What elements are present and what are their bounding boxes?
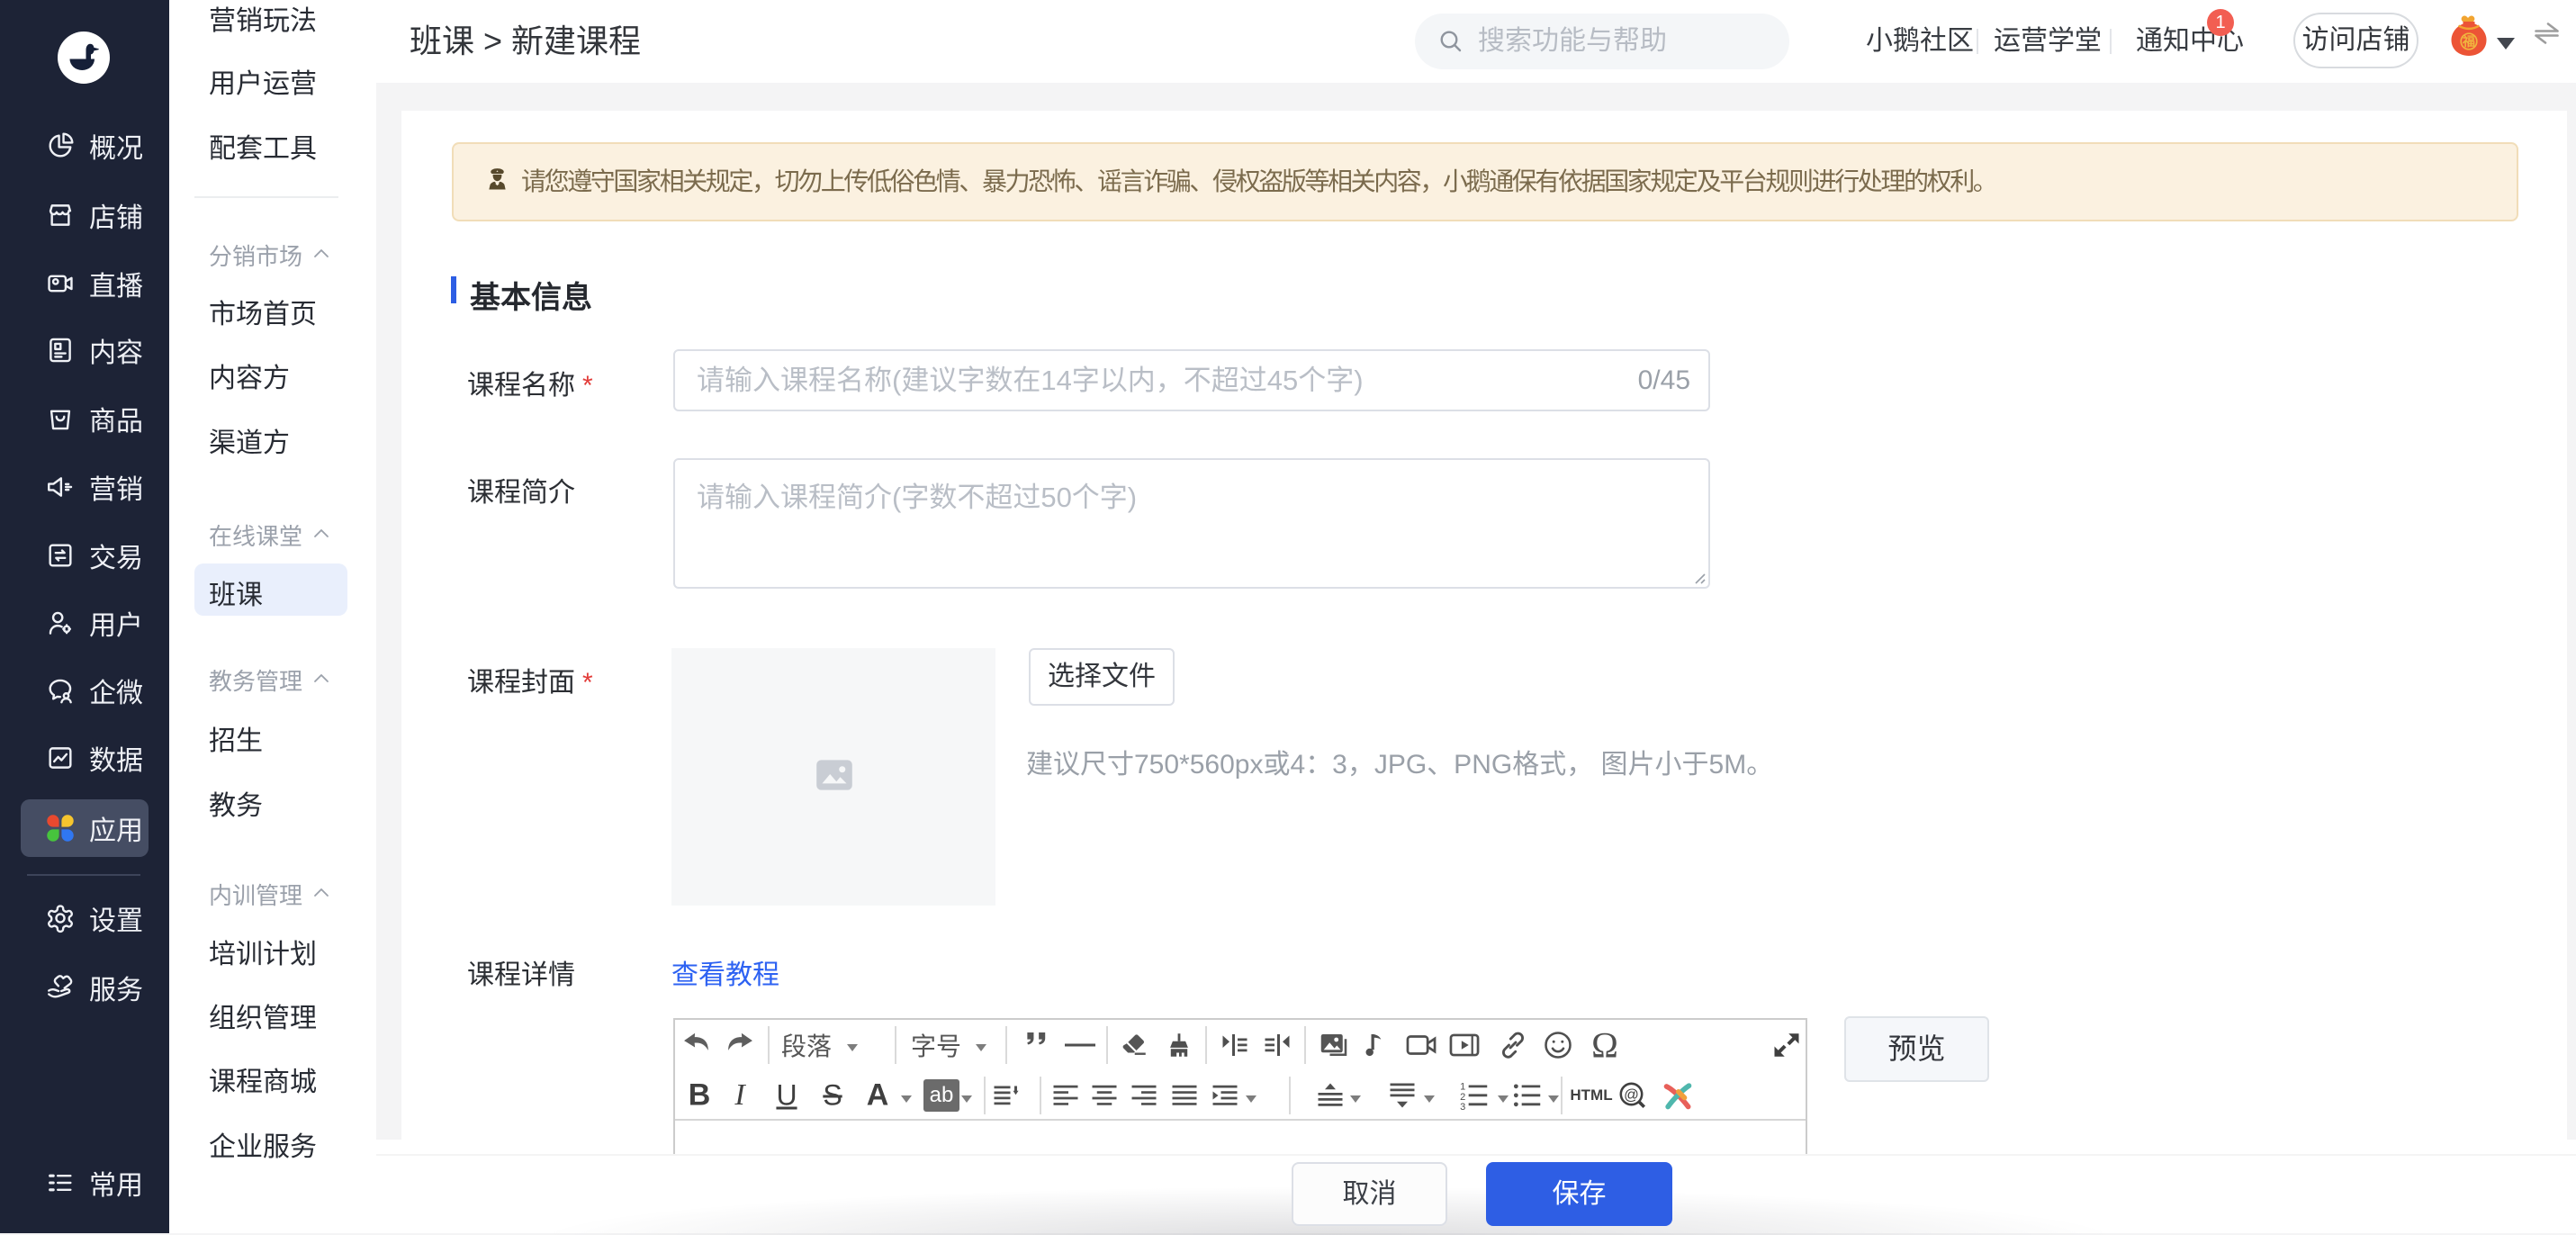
svg-text:3: 3 — [1460, 1102, 1465, 1113]
svg-text:福: 福 — [2462, 34, 2475, 49]
svg-text:@: @ — [1624, 1087, 1639, 1104]
